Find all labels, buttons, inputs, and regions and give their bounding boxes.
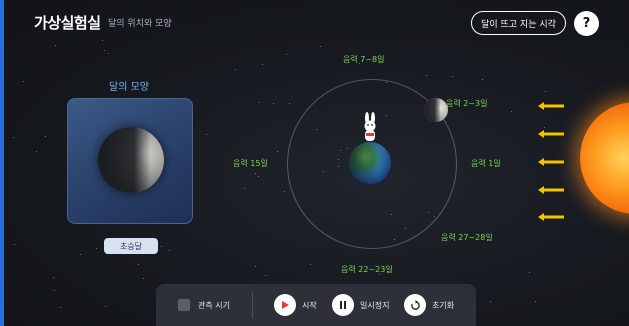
sun-icon	[580, 102, 629, 214]
control-divider	[252, 292, 253, 318]
observer-rabbit-icon[interactable]	[360, 112, 380, 144]
help-button[interactable]: ?	[574, 11, 599, 36]
star	[262, 64, 263, 65]
star	[138, 264, 139, 265]
moon-position-icon[interactable]	[424, 98, 448, 122]
star	[511, 111, 512, 112]
moon-phase-badge: 초승달	[104, 238, 158, 254]
earth-icon	[349, 142, 391, 184]
star	[284, 191, 285, 192]
start-button[interactable]	[274, 294, 296, 316]
orbit-label-day-1: 음력 1일	[471, 159, 501, 168]
star	[426, 75, 427, 76]
sunlight-arrow-icon	[538, 130, 564, 138]
rise-set-time-button[interactable]: 달이 뜨고 지는 시각	[471, 11, 566, 35]
star	[265, 275, 266, 276]
app-subtitle: 달의 위치와 모양	[108, 19, 172, 29]
star	[13, 137, 14, 138]
star	[544, 127, 545, 128]
star	[259, 102, 260, 103]
star	[255, 266, 256, 267]
simulation-stage: 가상실험실 달의 위치와 모양 달이 뜨고 지는 시각 ? 달의 모양 초승달 …	[0, 0, 629, 326]
moon-shape-title: 달의 모양	[109, 82, 149, 93]
star	[244, 188, 245, 189]
observe-time-label: 관측 시기	[198, 301, 230, 310]
star	[545, 91, 546, 92]
star	[143, 278, 144, 279]
star	[80, 254, 81, 255]
star	[255, 173, 256, 174]
observe-time-checkbox[interactable]	[178, 299, 190, 311]
star	[53, 277, 54, 278]
reset-icon	[410, 299, 420, 310]
star	[273, 103, 274, 104]
left-edge-accent	[0, 0, 4, 326]
play-icon	[282, 301, 289, 309]
orbit-label-day-15: 음력 15일	[233, 159, 268, 168]
star	[54, 290, 55, 291]
orbit-label-day-22-23: 음력 22~23일	[341, 265, 393, 274]
star	[310, 264, 311, 265]
sunlight-arrow-icon	[538, 158, 564, 166]
star	[96, 248, 97, 249]
star	[36, 151, 37, 152]
star	[14, 244, 15, 245]
star	[108, 53, 109, 54]
sunlight-arrow-icon	[538, 186, 564, 194]
pause-icon	[340, 301, 346, 309]
app-title: 가상실험실	[34, 14, 101, 32]
star	[23, 81, 24, 82]
star	[105, 306, 106, 307]
orbit-label-day-27-28: 음력 27~28일	[441, 233, 493, 242]
pause-label: 일시정지	[360, 301, 390, 310]
star	[55, 45, 56, 46]
reset-button[interactable]	[404, 294, 426, 316]
sunlight-arrow-icon	[538, 102, 564, 110]
star	[235, 69, 236, 70]
reset-label: 초기화	[432, 301, 455, 310]
star	[258, 176, 259, 177]
star	[206, 134, 207, 135]
star	[490, 301, 491, 302]
star	[286, 54, 287, 55]
moon-shape-card	[67, 98, 193, 224]
sunlight-arrow-icon	[538, 213, 564, 221]
star	[529, 272, 530, 273]
star	[102, 40, 103, 41]
star	[320, 46, 321, 47]
star	[45, 136, 46, 137]
start-label: 시작	[302, 301, 317, 310]
orbit-label-day-7-8: 음력 7~8일	[343, 55, 385, 64]
star	[104, 50, 105, 51]
star	[161, 246, 162, 247]
star	[535, 301, 536, 302]
pause-button[interactable]	[332, 294, 354, 316]
star	[60, 307, 61, 308]
star	[289, 103, 290, 104]
moon-phase-shadow	[98, 127, 164, 193]
star	[169, 250, 170, 251]
star	[482, 79, 483, 80]
star	[277, 151, 278, 152]
star	[452, 76, 453, 77]
orbit-label-day-2-3: 음력 2~3일	[446, 99, 488, 108]
